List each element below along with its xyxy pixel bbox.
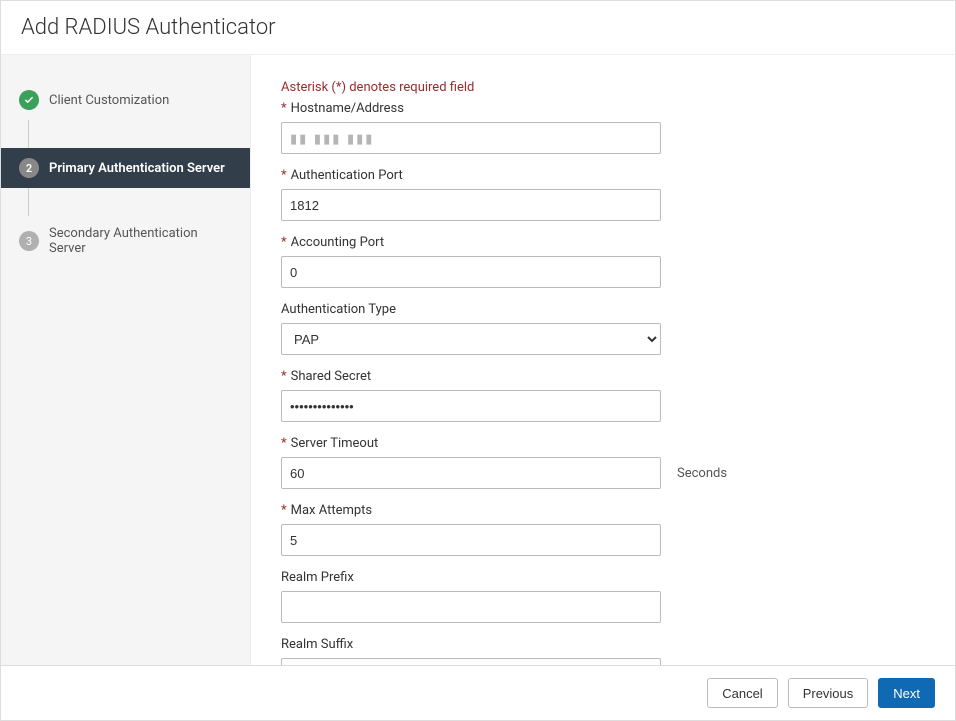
field-label: Authentication Type [281, 302, 925, 317]
max-attempts-input[interactable] [281, 524, 661, 556]
step-label: Secondary Authentication Server [49, 226, 232, 256]
field-label: *Shared Secret [281, 369, 925, 384]
add-radius-authenticator-dialog: Add RADIUS Authenticator Client Customiz… [0, 0, 956, 721]
auth-port-input[interactable] [281, 189, 661, 221]
cancel-button[interactable]: Cancel [707, 678, 777, 708]
realm-suffix-input[interactable] [281, 658, 661, 665]
field-label: Realm Prefix [281, 570, 925, 585]
step-label: Primary Authentication Server [49, 161, 225, 176]
field-shared-secret: *Shared Secret [281, 369, 925, 422]
required-star-icon: * [281, 503, 287, 518]
dialog-title: Add RADIUS Authenticator [1, 1, 955, 55]
auth-type-select[interactable]: PAP [281, 323, 661, 355]
wizard-steps-sidebar: Client Customization 2 Primary Authentic… [1, 55, 251, 665]
field-label: *Accounting Port [281, 235, 925, 250]
server-timeout-input[interactable] [281, 457, 661, 489]
field-max-attempts: *Max Attempts [281, 503, 925, 556]
required-star-icon: * [281, 369, 287, 384]
step-connector [28, 188, 250, 216]
dialog-footer: Cancel Previous Next [1, 665, 955, 720]
field-server-timeout: *Server Timeout Seconds [281, 436, 925, 489]
field-label: *Authentication Port [281, 168, 925, 183]
field-label: Realm Suffix [281, 637, 925, 652]
field-label: *Hostname/Address [281, 101, 925, 116]
shared-secret-input[interactable] [281, 390, 661, 422]
field-label: *Max Attempts [281, 503, 925, 518]
field-realm-suffix: Realm Suffix [281, 637, 925, 665]
field-realm-prefix: Realm Prefix [281, 570, 925, 623]
field-auth-type: Authentication Type PAP [281, 302, 925, 355]
required-star-icon: * [281, 436, 287, 451]
required-star-icon: * [281, 101, 287, 116]
step-primary-auth-server[interactable]: 2 Primary Authentication Server [1, 148, 250, 188]
dialog-body: Client Customization 2 Primary Authentic… [1, 55, 955, 665]
field-acct-port: *Accounting Port [281, 235, 925, 288]
step-number-icon: 3 [19, 231, 39, 251]
field-label: *Server Timeout [281, 436, 925, 451]
acct-port-input[interactable] [281, 256, 661, 288]
required-field-note: Asterisk (*) denotes required field [281, 80, 925, 95]
step-label: Client Customization [49, 93, 169, 108]
required-star-icon: * [281, 235, 287, 250]
hostname-input[interactable] [281, 122, 661, 154]
previous-button[interactable]: Previous [788, 678, 869, 708]
realm-prefix-input[interactable] [281, 591, 661, 623]
timeout-unit: Seconds [677, 466, 727, 481]
step-number-icon: 2 [19, 158, 39, 178]
step-connector [28, 120, 250, 148]
next-button[interactable]: Next [878, 678, 935, 708]
field-hostname: *Hostname/Address [281, 101, 925, 154]
required-star-icon: * [281, 168, 287, 183]
step-secondary-auth-server[interactable]: 3 Secondary Authentication Server [1, 216, 250, 266]
check-circle-icon [19, 90, 39, 110]
step-client-customization[interactable]: Client Customization [1, 80, 250, 120]
form-area: Asterisk (*) denotes required field *Hos… [251, 55, 955, 665]
field-auth-port: *Authentication Port [281, 168, 925, 221]
